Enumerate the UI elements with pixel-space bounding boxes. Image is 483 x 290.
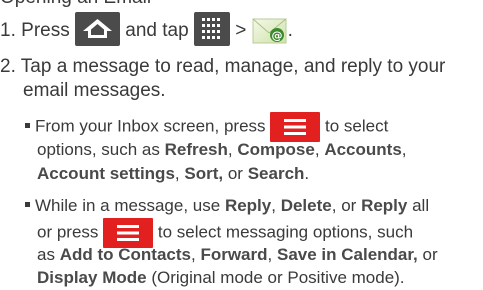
option-reply: Reply (224, 196, 272, 215)
step-2-number: 2. (0, 56, 16, 77)
bullet-1-or: or (227, 164, 243, 183)
step-1-press: Press (21, 20, 70, 42)
bullet-2-while: While in a message, use (35, 196, 221, 215)
comma: , (174, 164, 180, 183)
option-add-to-contacts: Add to Contacts (59, 245, 191, 264)
step-2-text-2: email messages. (23, 80, 166, 101)
period: . (304, 164, 310, 183)
section-heading-fragment: Opening an Email (0, 0, 151, 9)
option-accounts: Accounts (324, 140, 402, 159)
option-account-settings: Account settings (37, 164, 175, 183)
bullet-2-line-4: Display Mode (Original mode or Positive … (37, 266, 405, 290)
comma: , (227, 140, 233, 159)
bullet-1-line-2: options, such as Refresh, Compose, Accou… (37, 138, 407, 162)
bullet-2-all: all (412, 196, 430, 215)
step-1-number: 1. (0, 20, 16, 42)
comma: , (267, 245, 273, 264)
comma: , (271, 196, 276, 215)
bullet-1-from: From your Inbox screen, press (35, 116, 266, 136)
step-1-and-tap: and tap (125, 20, 189, 42)
option-display-mode: Display Mode (37, 268, 147, 287)
bullet-1-to-select: to select (325, 116, 389, 136)
comma: , (190, 245, 196, 264)
bullet-2-to-select: to select messaging options, such (157, 222, 414, 242)
bullet-2-or: or (341, 196, 357, 215)
option-sort: Sort, (184, 164, 224, 183)
bullet-2-or-press: or press (37, 222, 99, 242)
step-2-line-2: email messages. (23, 78, 166, 104)
bullet-2-as: as (37, 245, 55, 264)
bullet-2-or-2: or (422, 245, 438, 264)
bullet-2-line-3: as Add to Contacts, Forward, Save in Cal… (37, 243, 438, 267)
option-reply-all: Reply (361, 196, 408, 215)
option-forward: Forward (200, 245, 268, 264)
bullet-1-options: options, such as (37, 140, 160, 159)
step-1-gt: > (235, 20, 247, 42)
comma: , (331, 196, 337, 215)
option-compose: Compose (237, 140, 315, 159)
svg-text:@: @ (271, 29, 282, 42)
step-1: 1. Press and tap > @ . (0, 12, 293, 48)
apps-grid-icon (193, 12, 230, 46)
comma: , (314, 140, 320, 159)
step-1-period: . (287, 20, 293, 42)
bullet-marker (25, 122, 30, 128)
bullet-1-line-3: Account settings, Sort, or Search. (37, 162, 309, 186)
option-save-in-calendar: Save in Calendar, (276, 245, 418, 264)
option-delete: Delete (280, 196, 332, 215)
home-key-icon (75, 12, 120, 46)
step-2-text-1: Tap a message to read, manage, and reply… (20, 56, 446, 77)
option-refresh: Refresh (164, 140, 228, 159)
bullet-2-line-1: While in a message, use Reply, Delete, o… (25, 194, 429, 218)
comma: , (401, 140, 407, 159)
bullet-marker (25, 202, 30, 208)
email-app-icon: @ (252, 15, 288, 46)
display-mode-detail: (Original mode or Positive mode). (151, 268, 405, 287)
step-2-line-1: 2. Tap a message to read, manage, and re… (0, 54, 445, 80)
option-search: Search (247, 164, 305, 183)
